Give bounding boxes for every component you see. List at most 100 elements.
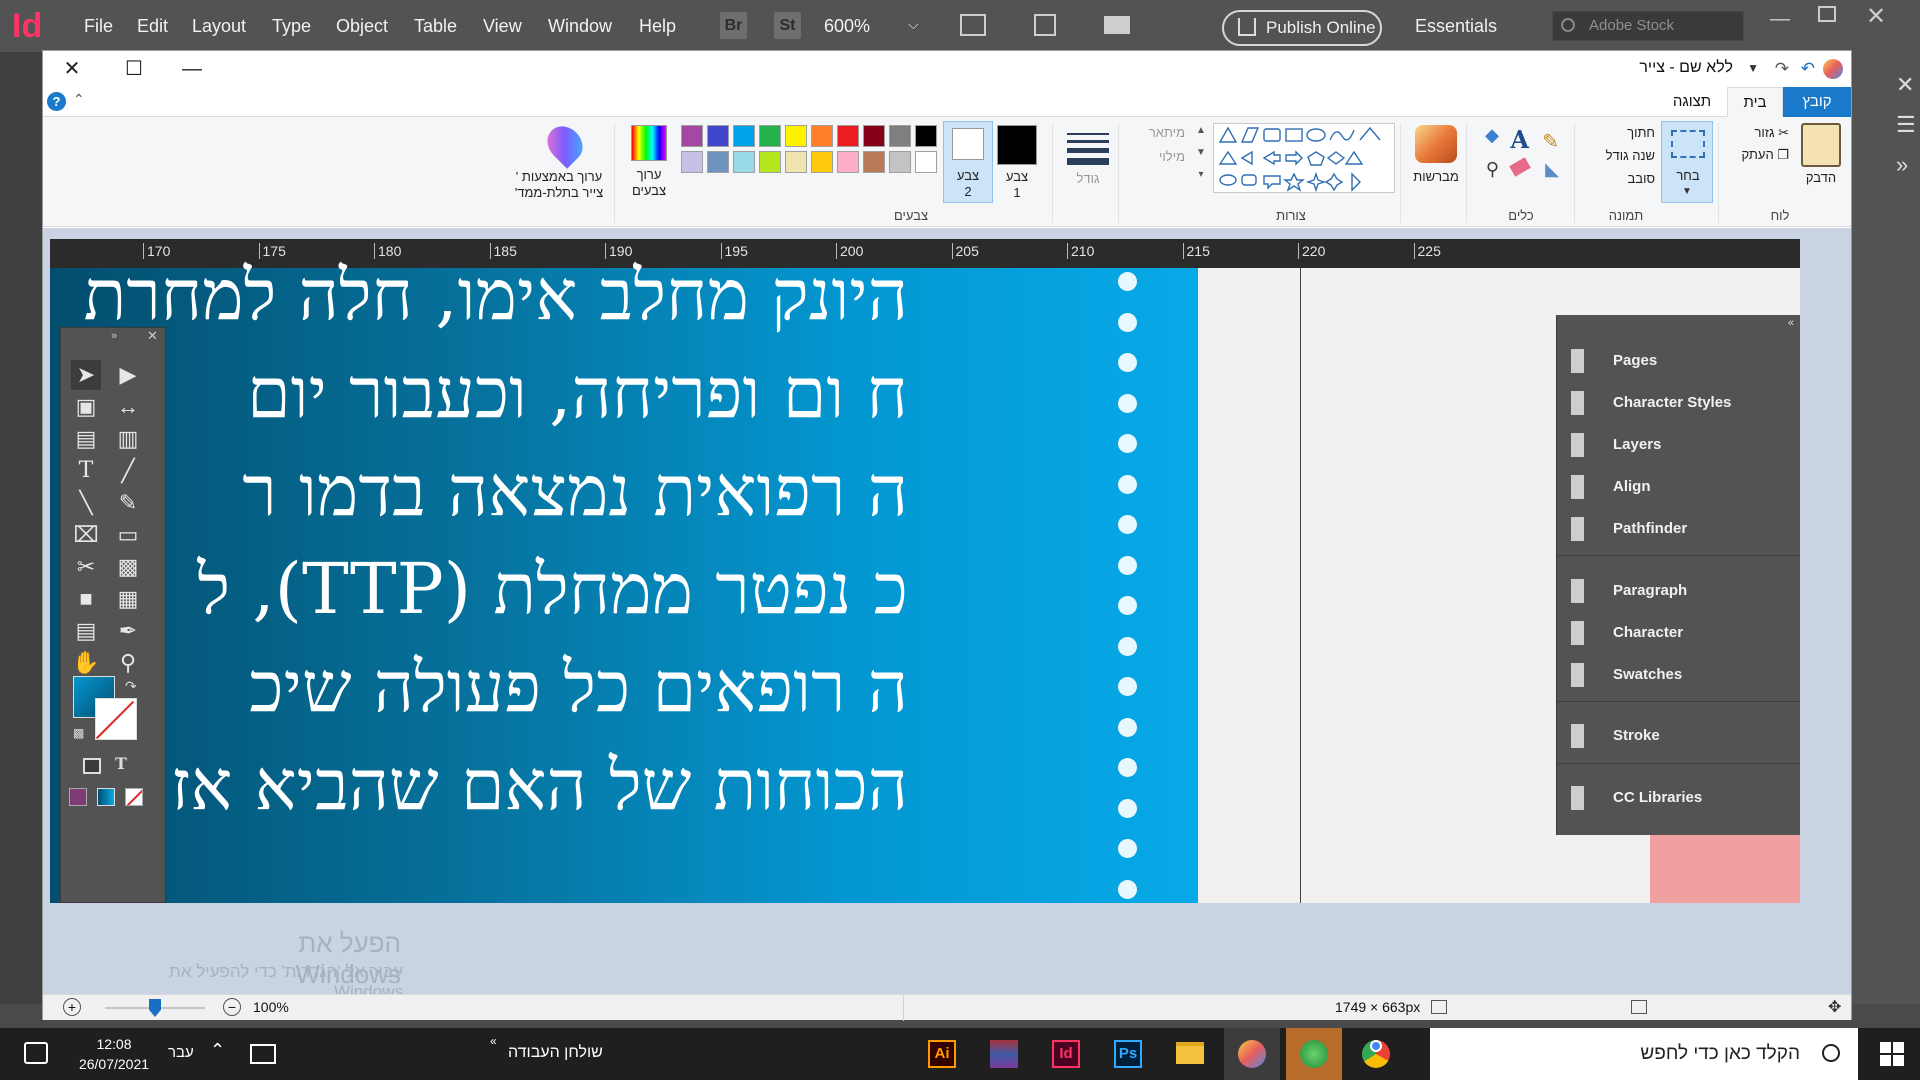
stock-button[interactable]: St xyxy=(774,12,801,39)
type-tool-icon[interactable]: T xyxy=(71,456,101,486)
maps-taskbar[interactable] xyxy=(1286,1028,1342,1080)
menu-layout[interactable]: Layout xyxy=(192,16,246,37)
id-minimize-button[interactable]: — xyxy=(1770,8,1790,31)
formatting-text-icon[interactable]: T xyxy=(115,754,127,773)
keyboard-icon[interactable] xyxy=(250,1044,276,1064)
swap-colors-icon[interactable]: ↷ xyxy=(125,678,137,695)
desktop-toolbar[interactable]: שולחן העבודה xyxy=(508,1044,603,1062)
panel-item-character-styles[interactable]: Character Styles xyxy=(1571,383,1800,423)
menu-type[interactable]: Type xyxy=(272,16,311,37)
palette-swatch[interactable] xyxy=(759,125,781,147)
screen-mode-icon[interactable] xyxy=(1034,14,1056,36)
menu-window[interactable]: Window xyxy=(548,16,612,37)
edit-colors-button[interactable]: ערוך צבעים xyxy=(625,167,673,199)
id-restore-button[interactable] xyxy=(1818,6,1836,22)
paint-minimize-button[interactable]: — xyxy=(177,57,207,81)
scissors-tool-icon[interactable]: ✂ xyxy=(71,552,101,582)
eraser-icon[interactable] xyxy=(1509,157,1531,177)
bridge-button[interactable]: Br xyxy=(720,12,747,39)
color2-button[interactable]: צבע 2 xyxy=(943,121,993,203)
clock-time[interactable]: 12:08 xyxy=(74,1036,154,1052)
shapes-gallery[interactable] xyxy=(1213,123,1395,193)
fill-bucket-icon[interactable]: ◆ xyxy=(1485,125,1499,146)
panel-item-align[interactable]: Align xyxy=(1571,467,1800,507)
panel-item-pages[interactable]: Pages xyxy=(1571,341,1800,381)
windows-start-icon[interactable] xyxy=(1880,1042,1904,1066)
palette-swatch[interactable] xyxy=(785,125,807,147)
illustrator-taskbar[interactable]: Ai xyxy=(914,1028,970,1080)
photoshop-taskbar[interactable]: Ps xyxy=(1100,1028,1156,1080)
menu-file[interactable]: File xyxy=(84,16,113,37)
palette-swatch[interactable] xyxy=(707,151,729,173)
text-tool-icon[interactable]: A xyxy=(1510,125,1529,154)
panel-item-cc-libraries[interactable]: CC Libraries xyxy=(1571,778,1800,818)
qat-dropdown-icon[interactable]: ▼ xyxy=(1747,61,1759,75)
palette-swatch[interactable] xyxy=(915,151,937,173)
apply-none-icon[interactable] xyxy=(125,788,143,806)
zoom-in-icon[interactable]: + xyxy=(63,998,81,1016)
canvas-image[interactable]: 170 175 180 185 190 195 200 205 210 215 220 225 היו… xyxy=(50,239,1800,903)
language-indicator[interactable]: עבר xyxy=(168,1044,194,1061)
apply-gradient-icon[interactable] xyxy=(97,788,115,806)
copy-button[interactable]: ❐ העתק xyxy=(1729,147,1789,163)
close-tools-icon[interactable]: ✕ xyxy=(147,328,158,344)
color1-swatch[interactable] xyxy=(997,125,1037,165)
hand-tool-icon[interactable]: ✋ xyxy=(71,648,101,678)
content-placer-icon[interactable]: ▥ xyxy=(113,424,143,454)
page-tool-icon[interactable]: ▣ xyxy=(71,392,101,422)
paint-taskbar[interactable] xyxy=(1224,1028,1280,1080)
menu-view[interactable]: View xyxy=(483,16,522,37)
workspace-switcher[interactable]: Essentials xyxy=(1415,16,1497,37)
rectangle-frame-tool-icon[interactable]: ⌧ xyxy=(71,520,101,550)
panel-item-paragraph[interactable]: Paragraph xyxy=(1571,571,1800,611)
file-explorer-taskbar[interactable] xyxy=(1162,1028,1218,1080)
zoom-out-icon[interactable]: − xyxy=(223,998,241,1016)
pen-tool-icon[interactable]: ╲ xyxy=(71,488,101,518)
line-tool-icon[interactable]: ╱ xyxy=(113,456,143,486)
palette-swatch[interactable] xyxy=(837,125,859,147)
redo-icon[interactable]: ↷ xyxy=(1775,59,1789,79)
palette-swatch[interactable] xyxy=(681,151,703,173)
select-button[interactable]: בחר ▼ xyxy=(1661,121,1713,203)
palette-swatch[interactable] xyxy=(889,151,911,173)
palette-swatch[interactable] xyxy=(811,151,833,173)
palette-swatch[interactable] xyxy=(785,151,807,173)
brushes-button[interactable]: מברשות xyxy=(1409,169,1463,185)
indesign-taskbar[interactable]: Id xyxy=(1038,1028,1094,1080)
publish-online-button[interactable]: Publish Online xyxy=(1222,10,1382,46)
stroke-color-swatch[interactable] xyxy=(95,698,137,740)
chrome-taskbar[interactable] xyxy=(1348,1028,1404,1080)
collapse-tools-icon[interactable]: » xyxy=(111,330,117,342)
content-collector-icon[interactable]: ▤ xyxy=(71,424,101,454)
resize-button[interactable]: שנה גודל xyxy=(1585,148,1655,164)
chevron-icon[interactable]: « xyxy=(490,1034,497,1048)
menu-object[interactable]: Object xyxy=(336,16,388,37)
action-center-icon[interactable] xyxy=(24,1042,48,1064)
fill-button[interactable]: מילוי xyxy=(1125,149,1185,165)
zoom-level[interactable]: 600% xyxy=(824,16,870,37)
chevron-up-icon[interactable]: ⌃ xyxy=(210,1040,225,1061)
outline-button[interactable]: מיתאר xyxy=(1125,125,1185,141)
edit-with-paint3d-button[interactable]: ערוך באמצעות ' צייר בתלת-ממד' xyxy=(511,169,607,201)
collapse-ribbon-icon[interactable]: ⌃ xyxy=(73,91,85,108)
palette-swatch[interactable] xyxy=(759,151,781,173)
panel-item-layers[interactable]: Layers xyxy=(1571,425,1800,465)
panel-item-pathfinder[interactable]: Pathfinder xyxy=(1571,509,1800,549)
palette-swatch[interactable] xyxy=(863,125,885,147)
collapse-panel-icon[interactable]: « xyxy=(1788,317,1794,329)
shapes-scroll-down-icon[interactable]: ▼ xyxy=(1189,145,1213,161)
clock-date[interactable]: 26/07/2021 xyxy=(74,1056,154,1072)
panel-item-swatches[interactable]: Swatches xyxy=(1571,655,1800,695)
pencil-icon[interactable]: ✎ xyxy=(1542,129,1559,154)
magnifier-icon[interactable]: ⚲ xyxy=(1486,159,1499,180)
note-tool-icon[interactable]: ▤ xyxy=(71,616,101,646)
adobe-stock-search[interactable]: Adobe Stock xyxy=(1552,11,1744,41)
rotate-button[interactable]: סובב xyxy=(1585,171,1655,187)
palette-swatch[interactable] xyxy=(915,125,937,147)
taskbar-search[interactable]: הקלד כאן כדי לחפש xyxy=(1430,1028,1858,1080)
palette-swatch[interactable] xyxy=(811,125,833,147)
panel-menu-icon[interactable]: ☰ xyxy=(1896,112,1916,138)
tab-file[interactable]: קובץ xyxy=(1783,87,1851,117)
cut-button[interactable]: ✂ גזור xyxy=(1729,125,1789,141)
tab-view[interactable]: תצוגה xyxy=(1657,87,1727,117)
